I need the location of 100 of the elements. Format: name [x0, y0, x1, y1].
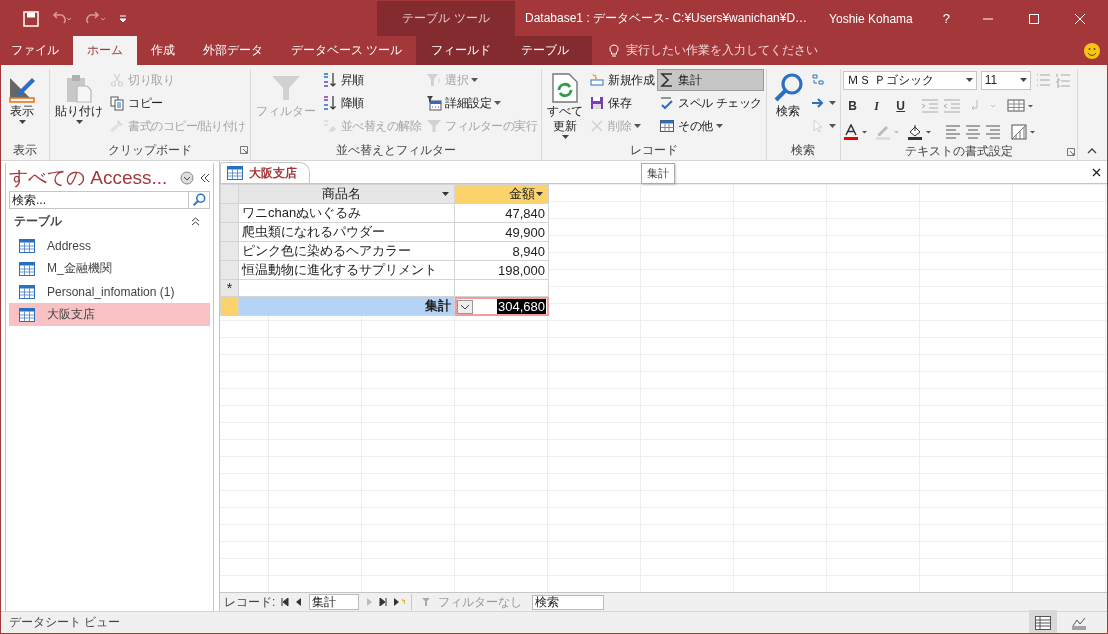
window-title: Database1 : データベース- C:¥Users¥wanichan¥D… [525, 10, 808, 27]
search-field[interactable]: 検索 [532, 594, 605, 610]
section-header[interactable]: テーブル [14, 213, 62, 230]
sort-descending-button[interactable]: 降順 [319, 92, 424, 114]
caret-icon [828, 124, 836, 128]
shutter-bar-close-icon[interactable] [200, 173, 210, 183]
scissors-icon [109, 72, 125, 88]
last-record-icon[interactable] [379, 598, 388, 606]
table-cell: 198,000 [454, 260, 549, 280]
redo-icon[interactable] [85, 11, 107, 26]
group-label: 並べ替えとフィルター [336, 141, 457, 159]
smiley-icon[interactable] [1083, 41, 1101, 60]
format-button[interactable]: U [890, 99, 911, 113]
font-size-dropdown[interactable]: 11 [980, 70, 1031, 90]
lightbulb-icon [608, 43, 621, 58]
first-record-icon[interactable] [281, 598, 290, 606]
table-list-item[interactable]: M_金融機関 [9, 257, 210, 280]
new-record-icon[interactable] [393, 598, 406, 606]
maximize-icon[interactable] [1027, 12, 1040, 25]
search-button[interactable]: 検索 [768, 69, 807, 122]
ribbon-tab[interactable]: テーブル [506, 36, 593, 65]
table-cell: 爬虫類になれるパウダー [238, 222, 455, 242]
dialog-launcher-icon[interactable] [1066, 148, 1075, 156]
table-icon [19, 261, 35, 276]
filter-table-button[interactable]: 詳細設定 [424, 92, 540, 114]
user-name[interactable]: Yoshie Kohama [829, 11, 913, 26]
ribbon-tab[interactable]: 外部データ [189, 36, 277, 65]
filter-table-icon [426, 95, 443, 111]
design-view-icon[interactable] [1071, 615, 1087, 630]
ribbon-tab[interactable]: ホーム [73, 36, 137, 65]
ribbon-tab[interactable]: 作成 [137, 36, 189, 65]
align-left-icon[interactable] [944, 125, 961, 139]
caret-icon [965, 78, 973, 82]
format-button[interactable]: B [842, 99, 863, 113]
eraser-icon [321, 118, 338, 134]
replace-icon [809, 72, 826, 88]
undo-icon[interactable] [51, 11, 73, 26]
navigation-pane-title[interactable]: すべての Access... [9, 165, 174, 191]
table-cell: 47,840 [454, 203, 549, 223]
caret-icon [18, 119, 26, 124]
checkmark-icon [659, 95, 676, 111]
table-icon [19, 238, 35, 253]
sort-ascending-icon [321, 72, 338, 88]
table-cell: ワニchanぬいぐるみ [238, 203, 455, 223]
search-button[interactable] [189, 191, 210, 209]
group-label: テキストの書式設定 [904, 143, 1013, 160]
caret-icon [561, 134, 569, 139]
floppy-disk-button[interactable]: 保存 [587, 92, 657, 114]
x-icon [589, 118, 606, 134]
gridlines-icon[interactable] [1006, 99, 1035, 113]
ribbon-tab[interactable]: ファイル [1, 36, 73, 65]
table-cell: 49,900 [454, 222, 549, 242]
tooltip: 集計 [641, 163, 675, 184]
collapse-ribbon-icon[interactable] [1087, 148, 1097, 154]
group-label: クリップボード [107, 141, 192, 159]
previous-record-icon[interactable] [295, 598, 304, 606]
table-list-item[interactable]: Address [9, 234, 210, 257]
ribbon-tab[interactable]: データベース ツール [277, 36, 417, 65]
caret-icon [828, 101, 836, 105]
refresh-button[interactable]: すべて 更新 [544, 69, 587, 142]
checkmark-button[interactable]: スペル チェック [657, 92, 764, 114]
group-label: レコード [630, 141, 678, 159]
sort-descending-icon [321, 95, 338, 111]
pencil-ruler-button[interactable]: 表示 [3, 69, 41, 127]
total-cell[interactable]: 304,680 [454, 296, 549, 316]
dialog-launcher-icon[interactable] [239, 146, 248, 154]
table-list-item[interactable]: Personal_infomation (1) [9, 280, 210, 303]
table-icon [19, 284, 35, 299]
group-label: 検索 [791, 141, 816, 159]
table-list-item[interactable]: 大阪支店 [9, 303, 210, 326]
clipboard-button[interactable]: 貼り付け [52, 69, 106, 127]
caret-icon [634, 124, 642, 128]
customize-menu-icon[interactable] [119, 14, 127, 23]
current-record-field[interactable]: 集計 [309, 594, 360, 610]
sigma-button[interactable]: 集計 [657, 69, 764, 91]
copy-icon [109, 95, 125, 111]
font-name-dropdown[interactable]: ＭＳ Ｐゴシック [842, 70, 977, 90]
funnel-icon [422, 597, 433, 607]
format-button[interactable]: I [866, 98, 887, 114]
align-center-icon[interactable] [964, 125, 981, 139]
table-icon [19, 307, 35, 322]
document-tab[interactable]: 大阪支店 [220, 162, 310, 183]
search-field[interactable]: 検索... [9, 191, 189, 209]
funnel-icon [426, 72, 443, 88]
help-button[interactable]: ? [936, 11, 956, 26]
copy-button[interactable]: コピー [107, 92, 248, 114]
caret-icon [715, 124, 723, 128]
table-button[interactable]: その他 [657, 115, 764, 137]
funnel-icon [426, 118, 443, 134]
dropdown-circle-icon[interactable] [180, 171, 194, 185]
caret-icon [471, 78, 479, 82]
close-icon[interactable] [1092, 167, 1101, 177]
tell-me-box[interactable]: 実行したい作業を入力してください [602, 36, 825, 65]
align-right-icon[interactable] [984, 125, 1001, 139]
ribbon-tab[interactable]: フィールド [416, 36, 507, 65]
new-record-button[interactable]: 新規作成 [587, 69, 657, 91]
column-header[interactable]: 金額 [454, 184, 549, 204]
collapse-chevron-icon[interactable] [191, 217, 200, 226]
column-header[interactable]: 商品名 [238, 184, 455, 204]
sort-ascending-button[interactable]: 昇順 [319, 69, 424, 91]
